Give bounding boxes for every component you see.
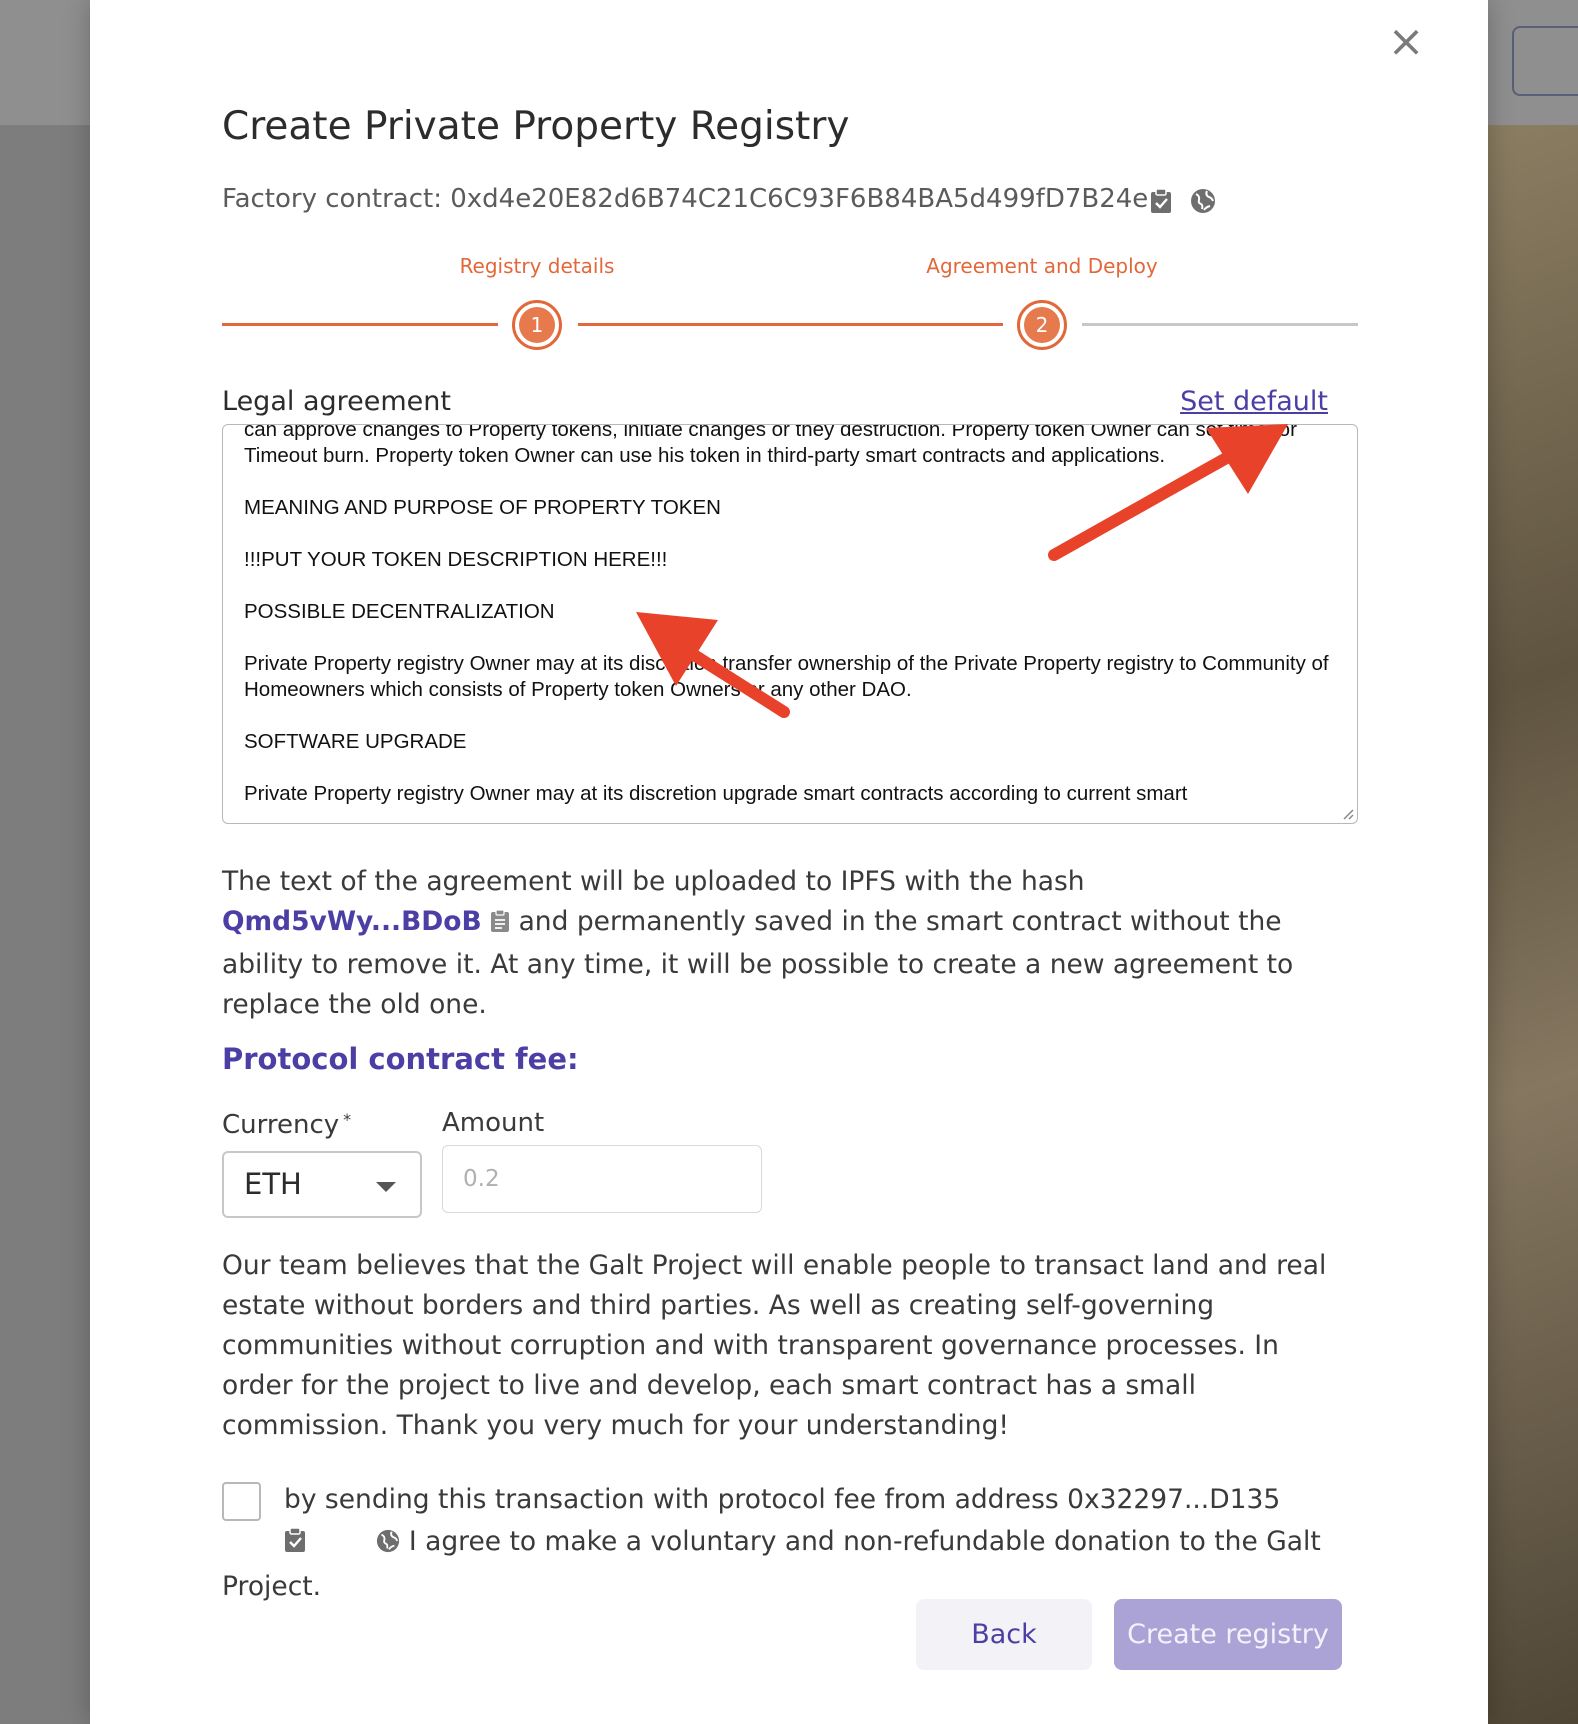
factory-contract-row: Factory contract: 0xd4e20E82d6B74C21C6C9… [222, 184, 1148, 214]
amount-label: Amount [442, 1108, 545, 1138]
step-1-indicator[interactable]: 1 [512, 300, 562, 350]
agreement-paragraph: MEANING AND PURPOSE OF PROPERTY TOKEN [244, 496, 721, 519]
agreement-paragraph: Private Property registry Owner may at i… [244, 652, 1329, 701]
stepper: Registry details Agreement and Deploy 1 … [222, 254, 1358, 354]
back-button[interactable]: Back [916, 1599, 1092, 1670]
ipfs-hash: Qmd5vWy...BDoB [222, 906, 482, 937]
step-remaining-line [1082, 323, 1358, 326]
currency-label-text: Currency [222, 1110, 340, 1140]
agreement-textarea[interactable]: can approve changes to Property tokens, … [222, 424, 1358, 824]
background-button [1512, 26, 1578, 96]
step-2-number: 2 [1024, 307, 1060, 343]
clipboard-icon[interactable] [490, 905, 510, 945]
commission-note: Our team believes that the Galt Project … [222, 1250, 1327, 1441]
agreement-paragraph: SOFTWARE UPGRADE [244, 730, 467, 753]
modal-title: Create Private Property Registry [222, 104, 850, 149]
agreement-text: can approve changes to Property tokens, … [244, 424, 1334, 823]
step-label-registry-details[interactable]: Registry details [460, 254, 615, 278]
set-default-link[interactable]: Set default [1180, 386, 1328, 417]
globe-icon[interactable] [314, 1524, 400, 1566]
close-icon[interactable]: × [1386, 20, 1426, 64]
currency-select[interactable]: ETH [222, 1151, 422, 1218]
protocol-fee-title: Protocol contract fee: [222, 1042, 579, 1076]
agreement-paragraph: can approve changes to Property tokens, … [244, 424, 1297, 467]
background-map-image [1488, 125, 1578, 1724]
chevron-down-icon [376, 1182, 396, 1192]
legal-agreement-label: Legal agreement [222, 386, 451, 417]
factory-contract-text: Factory contract: 0xd4e20E82d6B74C21C6C9… [222, 184, 1149, 214]
consent-prefix: by sending this transaction with protoco… [284, 1484, 1281, 1515]
agreement-paragraph: POSSIBLE DECENTRALIZATION [244, 600, 555, 623]
consent-text: by sending this transaction with protoco… [222, 1479, 1332, 1608]
step-label-agreement-deploy[interactable]: Agreement and Deploy [926, 254, 1157, 278]
consent-checkbox[interactable] [222, 1482, 261, 1521]
create-registry-modal: × Create Private Property Registry Facto… [90, 0, 1488, 1724]
resize-handle-icon[interactable] [1340, 806, 1354, 820]
currency-value: ETH [244, 1167, 302, 1201]
create-registry-button[interactable]: Create registry [1114, 1599, 1342, 1670]
step-1-number: 1 [519, 307, 555, 343]
currency-label: Currency * [222, 1110, 351, 1140]
required-mark: * [343, 1110, 352, 1129]
clipboard-check-icon[interactable] [1150, 188, 1172, 218]
clipboard-check-icon[interactable] [222, 1524, 306, 1566]
globe-icon[interactable] [1190, 188, 1216, 218]
step-progress-line [222, 323, 498, 326]
agreement-paragraph: !!!PUT YOUR TOKEN DESCRIPTION HERE!!! [244, 548, 668, 571]
ipfs-notice-prefix: The text of the agreement will be upload… [222, 866, 1085, 897]
step-progress-line [578, 323, 1003, 326]
agreement-paragraph: Private Property registry Owner may at i… [244, 782, 1188, 805]
amount-input[interactable] [442, 1145, 762, 1213]
step-2-indicator[interactable]: 2 [1017, 300, 1067, 350]
ipfs-notice: The text of the agreement will be upload… [222, 862, 1342, 1025]
